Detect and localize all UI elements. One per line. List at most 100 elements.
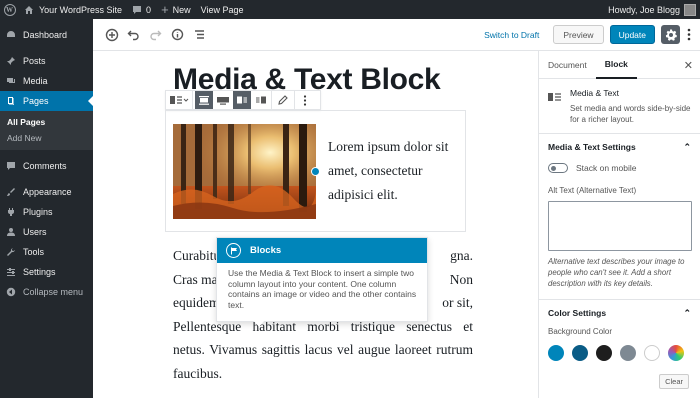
comments-link[interactable]: 0 [127,0,156,19]
tab-document[interactable]: Document [539,51,596,79]
dashboard-icon [6,30,16,40]
sidebar-item-settings[interactable]: Settings [0,262,93,282]
add-block-button[interactable] [101,24,122,45]
pages-submenu: All Pages Add New [0,111,93,150]
brush-icon [6,187,16,197]
section-title: Media & Text Settings [548,142,636,152]
media-right-icon [256,96,266,104]
avatar [684,3,696,16]
sidebar-item-label: Comments [23,161,67,171]
edit-media-button[interactable] [272,91,294,109]
custom-color-picker-icon[interactable] [668,345,684,361]
new-label: New [172,4,191,15]
wordpress-logo-icon[interactable]: W [0,0,19,19]
plug-icon [6,207,16,217]
swatch-gray[interactable] [620,345,636,361]
update-button[interactable]: Update [609,25,655,44]
align-wide-button[interactable] [195,91,213,109]
media-left-button[interactable] [233,91,251,109]
account-menu[interactable]: Howdy, Joe Blogg [603,0,700,19]
background-color-label: Background Color [548,327,613,336]
editor-toolbar: Switch to Draft Preview Update [93,19,700,51]
preview-button[interactable]: Preview [553,25,604,44]
media-text-switcher-icon [170,96,189,104]
settings-icon [6,267,16,277]
sidebar-item-comments[interactable]: Comments [0,156,93,176]
tip-arrow [254,321,264,327]
swatch-white[interactable] [644,345,660,361]
sidebar-item-media[interactable]: Media [0,71,93,91]
sidebar-item-dashboard[interactable]: Dashboard [0,25,93,45]
stack-on-mobile-toggle[interactable] [548,163,568,173]
block-description: Set media and words side-by-side for a r… [570,104,691,124]
sidebar-collapse-menu[interactable]: Collapse menu [0,282,93,302]
align-wide-icon [199,96,209,105]
sidebar-item-tools[interactable]: Tools [0,242,93,262]
sidebar-item-pages[interactable]: Pages [0,91,93,111]
media-right-button[interactable] [251,91,271,109]
media-text-block[interactable]: Lorem ipsum dolor sit amet, consectetur … [165,110,466,232]
media-left-icon [237,96,247,104]
view-page-link[interactable]: View Page [196,0,249,19]
close-icon[interactable]: ✕ [684,59,693,72]
block-card: Media & Text Set media and words side-by… [539,79,700,134]
stack-on-mobile-label: Stack on mobile [576,163,637,173]
forest-image[interactable] [173,124,316,219]
block-switcher-button[interactable] [166,91,192,109]
admin-bar: W Your WordPress Site 0 + New View Page … [0,0,700,19]
sidebar-item-appearance[interactable]: Appearance [0,182,93,202]
section-title: Color Settings [548,308,607,318]
flag-icon [226,243,241,258]
media-text-content[interactable]: Lorem ipsum dolor sit amet, consectetur … [328,135,463,207]
comment-icon [133,5,142,14]
plus-circle-icon [105,28,118,41]
sidebar-item-label: Users [23,227,47,237]
redo-icon [150,30,162,41]
submenu-add-new[interactable]: Add New [0,130,93,146]
align-full-icon [217,97,229,105]
comment-icon [6,161,16,171]
media-icon [6,76,16,86]
block-more-options-button[interactable] [295,91,315,109]
sidebar-item-label: Dashboard [23,30,68,40]
redo-button[interactable] [145,24,166,45]
swatch-dark-blue[interactable] [572,345,588,361]
switch-to-draft-link[interactable]: Switch to Draft [484,30,539,40]
submenu-all-pages[interactable]: All Pages [0,114,93,130]
block-name: Media & Text [570,88,619,98]
align-full-button[interactable] [213,91,233,109]
new-content-link[interactable]: + New [156,0,196,19]
howdy-text: Howdy, Joe Blogg [608,4,680,15]
resize-handle[interactable] [311,167,320,176]
sidebar-item-posts[interactable]: Posts [0,51,93,71]
tip-body: Use the Media & Text Block to insert a s… [228,268,417,310]
chevron-up-icon: ⌃ [683,307,691,318]
tip-title: Blocks [250,245,282,256]
sidebar-item-plugins[interactable]: Plugins [0,202,93,222]
more-menu-button[interactable] [684,25,694,44]
plus-icon: + [161,1,169,17]
color-settings-toggle[interactable]: Color Settings ⌃ [539,300,700,326]
editor-canvas: Media & Text Block Lorem ipsum dolor sit… [93,51,538,398]
sidebar-item-label: Appearance [23,187,72,197]
media-text-settings-toggle[interactable]: Media & Text Settings ⌃ [539,134,700,160]
stack-mobile-row: Stack on mobile [539,161,700,175]
blocks-tip-popover: Blocks Use the Media & Text Block to ins… [216,237,428,322]
info-button[interactable] [167,24,188,45]
undo-button[interactable] [123,24,144,45]
settings-toggle-button[interactable] [661,25,680,44]
sidebar-item-label: Tools [23,247,45,257]
clear-color-button[interactable]: Clear [659,374,689,389]
sidebar-item-label: Media [23,76,48,86]
site-name: Your WordPress Site [39,4,123,15]
swatch-black[interactable] [596,345,612,361]
list-icon [195,30,204,39]
vertical-ellipsis-icon [303,94,307,106]
alt-text-field[interactable] [548,201,692,251]
site-name-link[interactable]: Your WordPress Site [19,0,127,19]
tab-block[interactable]: Block [595,51,637,79]
sidebar-item-users[interactable]: Users [0,222,93,242]
swatch-blue[interactable] [548,345,564,361]
block-navigation-button[interactable] [189,24,210,45]
settings-sidebar: Document Block ✕ Media & Text Set media … [538,51,700,398]
